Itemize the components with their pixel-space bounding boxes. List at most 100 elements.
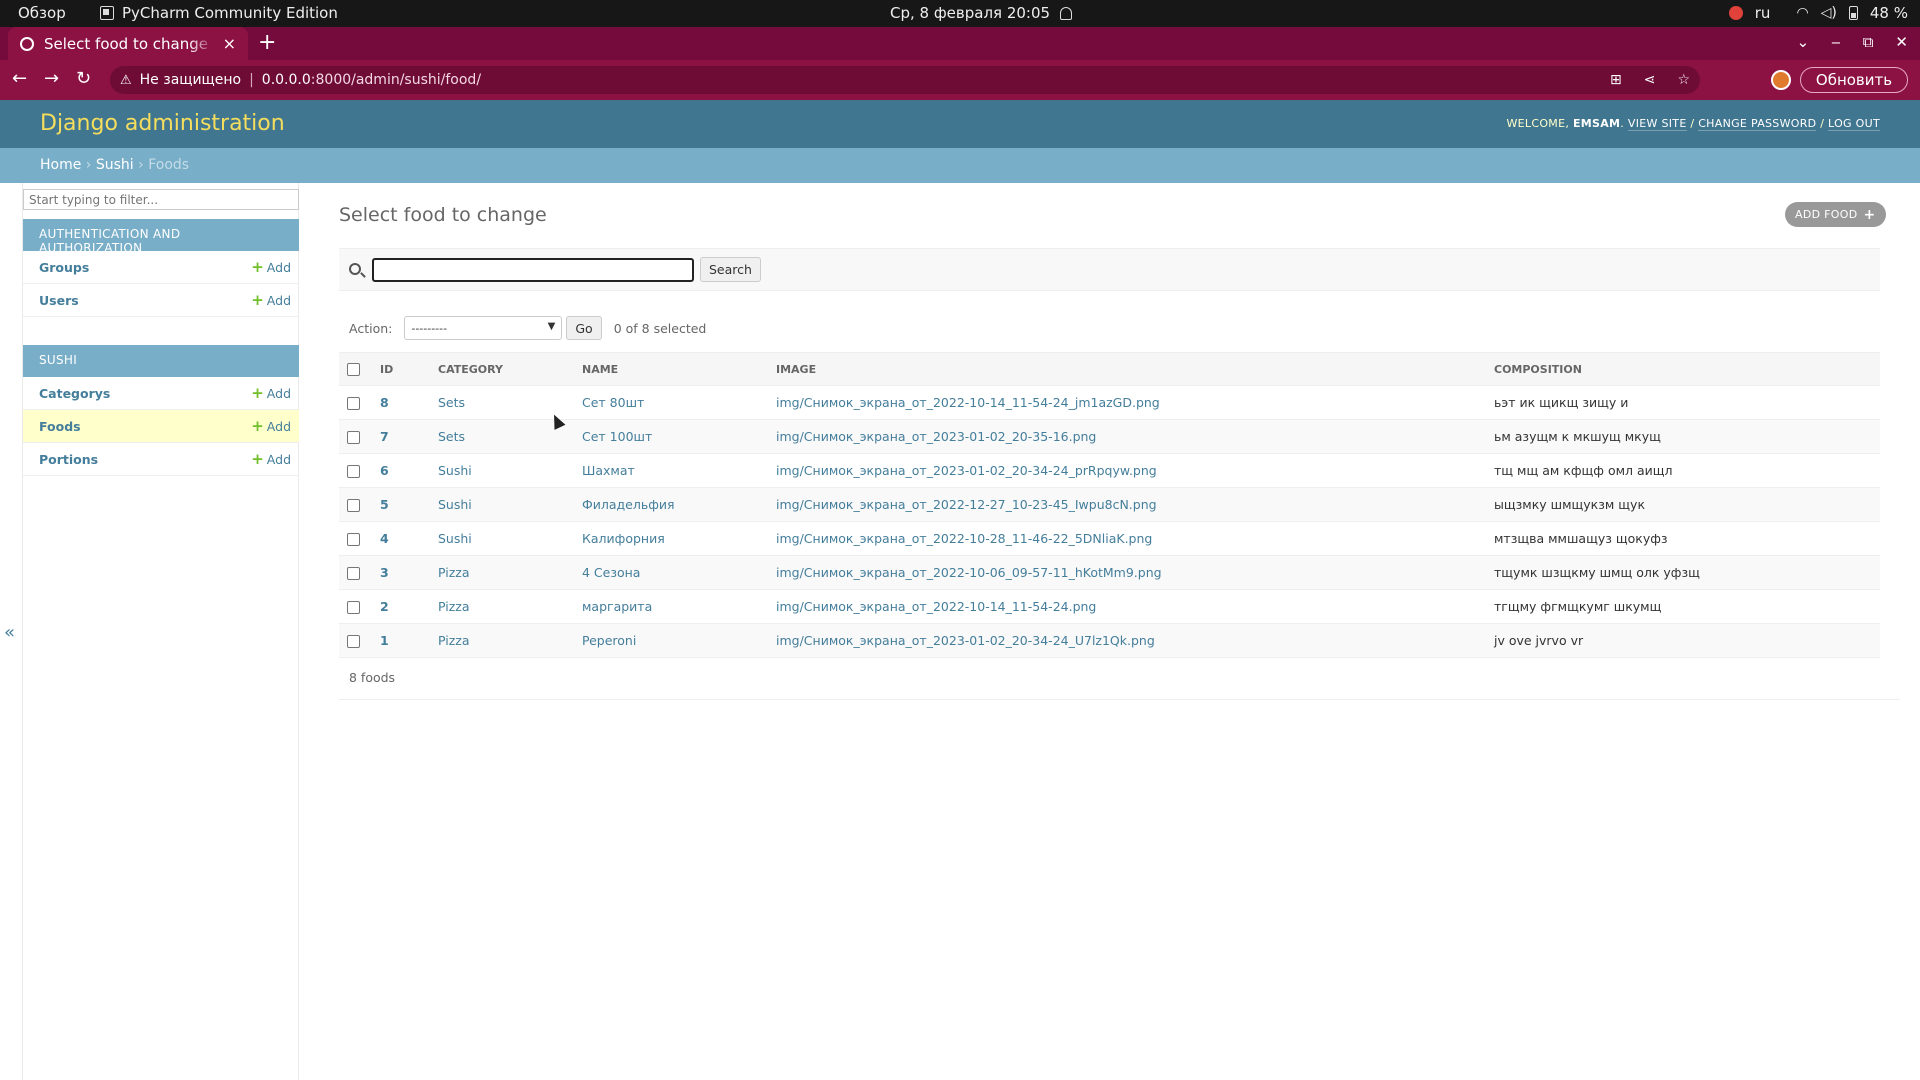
category-link[interactable]: Sets — [438, 429, 465, 444]
image-link[interactable]: img/Снимок_экрана_от_2022-12-27_10-23-45… — [776, 497, 1157, 512]
select-all-checkbox[interactable] — [347, 362, 360, 376]
id-link[interactable]: 5 — [380, 497, 389, 512]
row-checkbox[interactable] — [347, 533, 360, 546]
image-link[interactable]: img/Снимок_экрана_от_2022-10-06_09-57-11… — [776, 565, 1162, 580]
name-link[interactable]: Шахмат — [582, 463, 635, 478]
keyboard-layout[interactable]: ru — [1755, 4, 1771, 22]
category-link[interactable]: Pizza — [438, 565, 470, 580]
row-checkbox[interactable] — [347, 465, 360, 478]
search-button[interactable]: Search — [700, 257, 761, 282]
sidebar-item-label[interactable]: Categorys — [39, 386, 110, 401]
reload-icon[interactable]: ↻ — [76, 68, 91, 90]
sidebar-item-label[interactable]: Users — [39, 293, 79, 308]
bookmark-star-icon[interactable]: ☆ — [1677, 72, 1690, 88]
column-header-composition[interactable]: COMPOSITION — [1486, 352, 1880, 386]
row-checkbox[interactable] — [347, 567, 360, 580]
add-foods-link[interactable]: Add — [251, 417, 291, 435]
name-link[interactable]: Peperoni — [582, 633, 636, 648]
tab-search-icon[interactable]: ⌄ — [1797, 33, 1810, 51]
id-link[interactable]: 6 — [380, 463, 389, 478]
sidebar-item-label[interactable]: Foods — [39, 419, 81, 434]
row-checkbox[interactable] — [347, 499, 360, 512]
search-input[interactable] — [372, 258, 694, 282]
category-link[interactable]: Pizza — [438, 599, 470, 614]
system-tray[interactable]: ru ◠ ◁) 48 % — [1728, 4, 1908, 22]
name-link[interactable]: Калифорния — [582, 531, 665, 546]
name-link[interactable]: Филадельфия — [582, 497, 675, 512]
id-link[interactable]: 2 — [380, 599, 389, 614]
profile-avatar[interactable] — [1771, 70, 1791, 90]
sidebar-item-label[interactable]: Groups — [39, 260, 89, 275]
sidebar-item-users[interactable]: Users Add — [23, 284, 299, 317]
image-link[interactable]: img/Снимок_экрана_от_2023-01-02_20-34-24… — [776, 463, 1157, 478]
sidebar-item-portions[interactable]: Portions Add — [23, 443, 299, 476]
breadcrumb-app[interactable]: Sushi — [96, 157, 134, 173]
module-caption-auth[interactable]: AUTHENTICATION AND AUTHORIZATION — [23, 219, 299, 255]
maximize-icon[interactable]: ⧉ — [1863, 33, 1874, 51]
site-branding[interactable]: Django administration — [40, 111, 285, 136]
add-groups-link[interactable]: Add — [251, 258, 291, 276]
view-site-link[interactable]: VIEW SITE — [1627, 117, 1687, 131]
id-link[interactable]: 4 — [380, 531, 389, 546]
new-tab-button[interactable]: + — [258, 31, 276, 55]
row-checkbox[interactable] — [347, 431, 360, 444]
sidebar-item-groups[interactable]: Groups Add — [23, 251, 299, 284]
toggle-sidebar-button[interactable]: « — [4, 622, 15, 643]
sidebar-item-label[interactable]: Portions — [39, 452, 98, 467]
back-icon[interactable]: ← — [12, 68, 27, 90]
column-header-name[interactable]: NAME — [574, 352, 768, 386]
breadcrumb-home[interactable]: Home — [40, 157, 81, 173]
name-link[interactable]: 4 Сезона — [582, 565, 640, 580]
translate-icon[interactable]: ⊞ — [1610, 72, 1622, 88]
row-checkbox[interactable] — [347, 601, 360, 614]
image-link[interactable]: img/Снимок_экрана_от_2022-10-14_11-54-24… — [776, 599, 1096, 614]
image-link[interactable]: img/Снимок_экрана_от_2023-01-02_20-35-16… — [776, 429, 1096, 444]
add-users-link[interactable]: Add — [251, 291, 291, 309]
go-button[interactable]: Go — [566, 316, 602, 340]
category-link[interactable]: Sushi — [438, 531, 472, 546]
row-checkbox[interactable] — [347, 635, 360, 648]
app-menu[interactable]: PyCharm Community Edition — [100, 4, 338, 22]
column-header-category[interactable]: CATEGORY — [430, 352, 574, 386]
share-icon[interactable]: ⋖ — [1644, 72, 1656, 88]
category-link[interactable]: Sushi — [438, 497, 472, 512]
id-link[interactable]: 1 — [380, 633, 389, 648]
action-select[interactable]: --------- ▼ — [404, 316, 563, 340]
add-portions-link[interactable]: Add — [251, 450, 291, 468]
row-checkbox[interactable] — [347, 397, 360, 410]
name-link[interactable]: маргарита — [582, 599, 652, 614]
forward-icon[interactable]: → — [44, 68, 59, 90]
sidebar-item-categorys[interactable]: Categorys Add — [23, 377, 299, 410]
clock[interactable]: Ср, 8 февраля 20:05 — [890, 4, 1073, 22]
module-caption-sushi[interactable]: SUSHI — [23, 345, 299, 377]
minimize-icon[interactable]: ‒ — [1831, 33, 1841, 51]
image-link[interactable]: img/Снимок_экрана_от_2022-10-28_11-46-22… — [776, 531, 1152, 546]
category-link[interactable]: Sets — [438, 395, 465, 410]
image-link[interactable]: img/Снимок_экрана_от_2022-10-14_11-54-24… — [776, 395, 1160, 410]
not-secure-label[interactable]: Не защищено — [140, 72, 241, 88]
id-link[interactable]: 7 — [380, 429, 389, 444]
name-link[interactable]: Сет 80шт — [582, 395, 644, 410]
close-tab-icon[interactable]: × — [223, 34, 236, 53]
add-categorys-link[interactable]: Add — [251, 384, 291, 402]
name-link[interactable]: Сет 100шт — [582, 429, 652, 444]
add-food-button[interactable]: ADD FOOD + — [1785, 202, 1886, 227]
activities-button[interactable]: Обзор — [18, 4, 66, 22]
category-link[interactable]: Pizza — [438, 633, 470, 648]
warning-icon[interactable]: ⚠ — [120, 73, 132, 88]
sidebar-item-foods[interactable]: Foods Add — [23, 410, 299, 443]
image-link[interactable]: img/Снимок_экрана_от_2023-01-02_20-34-24… — [776, 633, 1155, 648]
column-header-id[interactable]: ID — [372, 352, 430, 386]
id-link[interactable]: 3 — [380, 565, 389, 580]
change-password-link[interactable]: CHANGE PASSWORD — [1698, 117, 1817, 131]
nav-filter-input[interactable] — [23, 189, 299, 210]
update-button[interactable]: Обновить — [1800, 67, 1908, 93]
close-window-icon[interactable]: ✕ — [1895, 33, 1908, 51]
browser-tab-active[interactable]: Select food to change | Django site admi… — [8, 27, 248, 60]
image-cell: img/Снимок_экрана_от_2023-01-02_20-35-16… — [768, 419, 1486, 454]
id-link[interactable]: 8 — [380, 395, 389, 410]
column-header-image[interactable]: IMAGE — [768, 352, 1486, 386]
category-link[interactable]: Sushi — [438, 463, 472, 478]
address-bar[interactable]: ⚠ Не защищено | 0.0.0.0:8000/admin/sushi… — [110, 66, 1700, 94]
log-out-link[interactable]: LOG OUT — [1828, 117, 1880, 131]
